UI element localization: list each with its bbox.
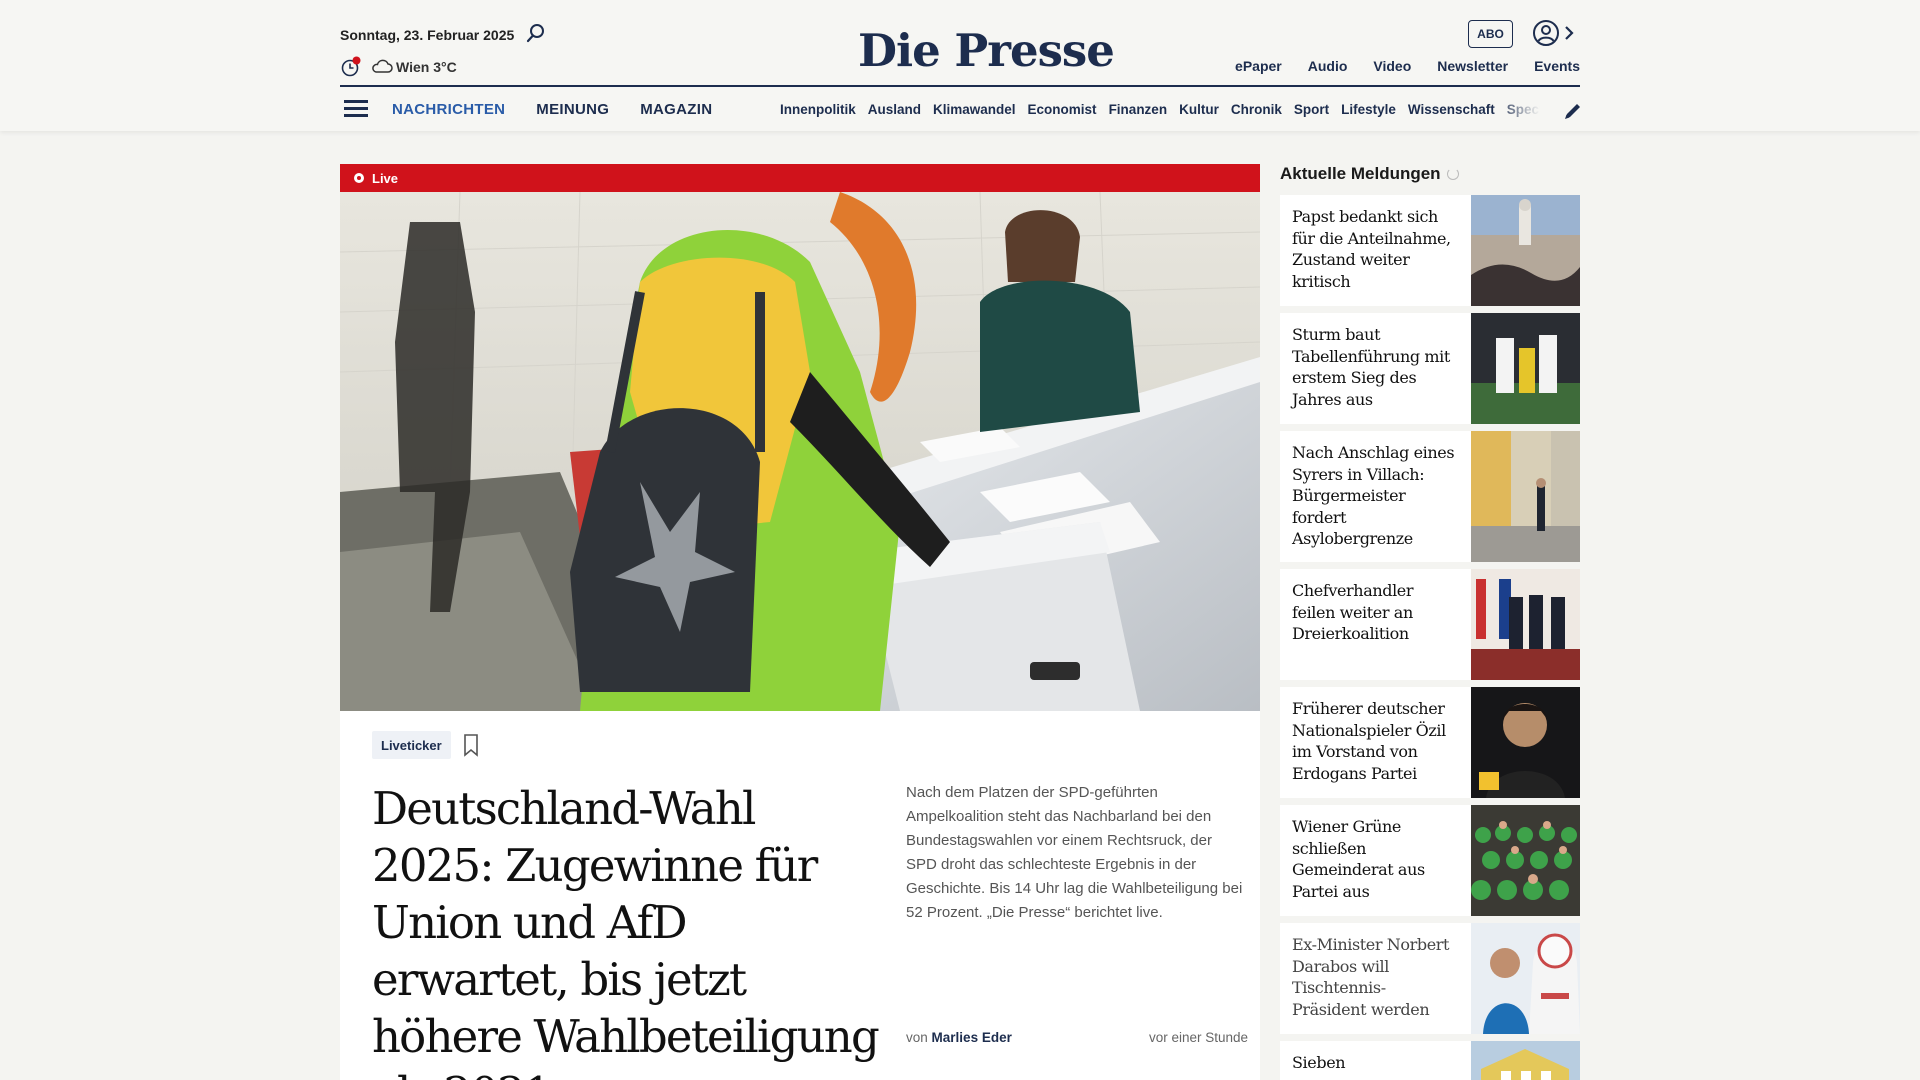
section-sport[interactable]: Sport <box>1294 102 1329 117</box>
top-link-audio[interactable]: Audio <box>1308 58 1348 74</box>
news-card[interactable]: Ex-Minister Norbert Darabos will Tischte… <box>1280 923 1580 1034</box>
abo-button[interactable]: ABO <box>1468 20 1513 48</box>
author-link[interactable]: Marlies Eder <box>932 1030 1012 1045</box>
liveticker-badge[interactable]: Liveticker <box>372 731 451 759</box>
news-card[interactable]: Chefverhandler feilen weiter an Dreierko… <box>1280 569 1580 680</box>
news-card-title[interactable]: Sturm baut Tabellenführung mit erstem Si… <box>1292 324 1457 410</box>
news-card-title[interactable]: Früherer deutscher Nationalspieler Özil … <box>1292 698 1457 784</box>
byline: von Marlies Eder <box>906 1030 1012 1045</box>
section-lifestyle[interactable]: Lifestyle <box>1341 102 1396 117</box>
news-thumbnail[interactable] <box>1471 313 1580 424</box>
timestamp: vor einer Stunde <box>1148 1030 1248 1045</box>
hero-image[interactable] <box>340 192 1260 711</box>
live-bar: Live <box>340 164 1260 192</box>
section-wissenschaft[interactable]: Wissenschaft <box>1408 102 1495 117</box>
news-thumbnail[interactable] <box>1471 923 1580 1034</box>
hero-headline[interactable]: Deutschland-Wahl 2025: Zugewinne für Uni… <box>372 780 882 1080</box>
nav-magazin[interactable]: MAGAZIN <box>640 101 712 118</box>
section-spectrum[interactable]: Spectrum <box>1507 102 1540 117</box>
section-innenpolitik[interactable]: Innenpolitik <box>780 102 856 117</box>
section-klimawandel[interactable]: Klimawandel <box>933 102 1016 117</box>
current-date: Sonntag, 23. Februar 2025 <box>340 27 515 43</box>
hero-article[interactable]: Live Liveticker Deutschland-Wahl 2025: Z… <box>340 164 1260 1080</box>
top-link-events[interactable]: Events <box>1534 58 1580 74</box>
section-nav: Innenpolitik Ausland Klimawandel Economi… <box>780 102 1540 117</box>
news-card[interactable]: Sieben <box>1280 1041 1580 1080</box>
news-card[interactable]: Früherer deutscher Nationalspieler Özil … <box>1280 687 1580 798</box>
news-card[interactable]: Nach Anschlag eines Syrers in Villach: B… <box>1280 431 1580 562</box>
news-thumbnail[interactable] <box>1471 195 1580 306</box>
pencil-icon[interactable] <box>1562 100 1584 122</box>
nav-nachrichten[interactable]: NACHRICHTEN <box>392 101 505 118</box>
byline-prefix: von <box>906 1030 928 1045</box>
section-economist[interactable]: Economist <box>1028 102 1097 117</box>
site-logo[interactable]: Die Presse <box>858 24 1115 77</box>
section-chronik[interactable]: Chronik <box>1231 102 1282 117</box>
live-dot-icon <box>354 173 364 183</box>
clock-icon[interactable] <box>340 56 362 78</box>
header-inner: Sonntag, 23. Februar 2025 Wien 3°C Die P… <box>340 0 1580 131</box>
news-card-title[interactable]: Sieben <box>1292 1052 1457 1074</box>
news-thumbnail[interactable] <box>1471 1041 1580 1080</box>
section-ausland[interactable]: Ausland <box>868 102 921 117</box>
cloud-icon <box>372 59 393 73</box>
news-card-title[interactable]: Nach Anschlag eines Syrers in Villach: B… <box>1292 442 1457 550</box>
top-links: ePaper Audio Video Newsletter Events <box>1235 58 1580 74</box>
menu-icon[interactable] <box>344 100 368 120</box>
nav-meinung[interactable]: MEINUNG <box>536 101 609 118</box>
user-icon[interactable] <box>1532 19 1560 47</box>
hero-teaser: Nach dem Platzen der SPD-geführten Ampel… <box>906 784 1243 921</box>
loading-icon <box>1446 168 1459 180</box>
news-card-title[interactable]: Papst bedankt sich für die Anteilnahme, … <box>1292 206 1457 292</box>
section-kultur[interactable]: Kultur <box>1179 102 1219 117</box>
news-card-title[interactable]: Chefverhandler feilen weiter an Dreierko… <box>1292 580 1457 645</box>
news-card[interactable]: Wiener Grüne schließen Gemeinderat aus P… <box>1280 805 1580 916</box>
site-header: Sonntag, 23. Februar 2025 Wien 3°C Die P… <box>0 0 1920 131</box>
live-label: Live <box>372 170 399 186</box>
news-thumbnail[interactable] <box>1471 431 1580 562</box>
news-thumbnail[interactable] <box>1471 687 1580 798</box>
news-card-title[interactable]: Ex-Minister Norbert Darabos will Tischte… <box>1292 934 1457 1020</box>
news-card-title[interactable]: Wiener Grüne schließen Gemeinderat aus P… <box>1292 816 1457 902</box>
top-link-epaper[interactable]: ePaper <box>1235 58 1282 74</box>
section-finanzen[interactable]: Finanzen <box>1109 102 1168 117</box>
sidebar-title-label: Aktuelle Meldungen <box>1280 164 1441 183</box>
bookmark-icon[interactable] <box>462 733 480 757</box>
news-card[interactable]: Papst bedankt sich für die Anteilnahme, … <box>1280 195 1580 306</box>
news-card[interactable]: Sturm baut Tabellenführung mit erstem Si… <box>1280 313 1580 424</box>
chevron-right-icon[interactable] <box>1562 23 1576 43</box>
news-thumbnail[interactable] <box>1471 805 1580 916</box>
sidebar-title: Aktuelle Meldungen <box>1280 164 1459 184</box>
top-link-newsletter[interactable]: Newsletter <box>1437 58 1508 74</box>
weather-readout[interactable]: Wien 3°C <box>396 59 457 75</box>
top-link-video[interactable]: Video <box>1373 58 1411 74</box>
header-divider <box>340 85 1580 87</box>
main-nav: NACHRICHTEN MEINUNG MAGAZIN <box>392 101 712 118</box>
search-icon[interactable] <box>525 22 547 44</box>
news-thumbnail[interactable] <box>1471 569 1580 680</box>
